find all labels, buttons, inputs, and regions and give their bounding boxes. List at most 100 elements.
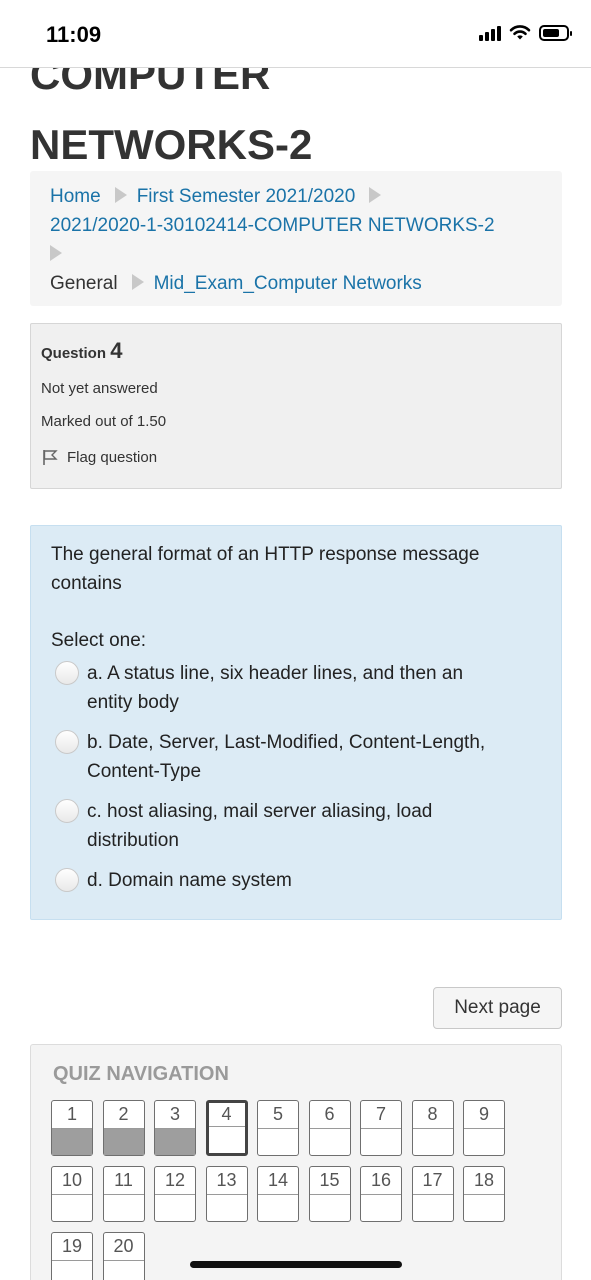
quiz-nav-question-button[interactable]: 14 xyxy=(257,1166,299,1222)
quiz-nav-state-indicator xyxy=(155,1194,195,1221)
quiz-nav-question-button[interactable]: 16 xyxy=(360,1166,402,1222)
quiz-nav-question-button[interactable]: 2 xyxy=(102,1100,145,1156)
question-content: The general format of an HTTP response m… xyxy=(30,525,562,920)
quiz-nav-question-number: 9 xyxy=(478,1104,489,1124)
next-page-button[interactable]: Next page xyxy=(433,987,562,1029)
breadcrumb-separator-icon xyxy=(114,187,127,203)
quiz-nav-question-button[interactable]: 13 xyxy=(205,1166,248,1222)
quiz-nav-state-indicator xyxy=(103,1194,144,1221)
quiz-nav-question-number: 11 xyxy=(114,1170,133,1190)
quiz-nav-question-number: 8 xyxy=(427,1104,438,1124)
breadcrumb-section: General xyxy=(50,273,118,294)
answer-option-b[interactable]: b. Date, Server, Last-Modified, Content-… xyxy=(51,728,541,786)
question-label: Question xyxy=(41,345,107,362)
breadcrumb-separator-icon xyxy=(369,187,382,203)
breadcrumb-separator-icon xyxy=(131,274,144,290)
status-icons xyxy=(479,24,572,41)
flag-question-toggle[interactable]: Flag question xyxy=(41,448,551,466)
quiz-nav-question-button[interactable]: 17 xyxy=(411,1166,454,1222)
quiz-nav-question-number: 13 xyxy=(216,1170,237,1190)
answer-option-label: b. Date, Server, Last-Modified, Content-… xyxy=(87,732,486,782)
quiz-nav-question-number: 12 xyxy=(164,1170,186,1190)
quiz-nav-question-number: 6 xyxy=(324,1104,335,1124)
quiz-nav-question-number: 5 xyxy=(272,1104,283,1124)
question-info-panel: Question 4 Not yet answered Marked out o… xyxy=(30,323,562,489)
quiz-nav-state-indicator xyxy=(412,1128,453,1155)
quiz-nav-question-button[interactable]: 7 xyxy=(360,1100,402,1156)
quiz-nav-question-button[interactable]: 18 xyxy=(463,1166,505,1222)
question-number-value: 4 xyxy=(110,338,123,363)
quiz-nav-question-number: 4 xyxy=(221,1104,232,1124)
quiz-nav-question-button[interactable]: 4 xyxy=(205,1100,248,1156)
quiz-nav-question-button[interactable]: 3 xyxy=(154,1100,196,1156)
quiz-nav-state-indicator xyxy=(52,1128,92,1155)
question-status: Not yet answered xyxy=(41,380,158,397)
quiz-navigation-title: QUIZ NAVIGATION xyxy=(53,1063,229,1085)
quiz-nav-state-indicator xyxy=(206,1194,247,1221)
quiz-nav-question-number: 2 xyxy=(118,1104,129,1124)
quiz-nav-question-number: 10 xyxy=(61,1170,83,1190)
quiz-nav-question-number: 18 xyxy=(473,1170,495,1190)
quiz-nav-question-button[interactable]: 6 xyxy=(308,1100,351,1156)
home-indicator[interactable] xyxy=(190,1261,402,1268)
quiz-nav-question-button[interactable]: 20 xyxy=(102,1232,145,1280)
breadcrumb-separator-icon xyxy=(50,245,62,261)
quiz-nav-question-number: 19 xyxy=(61,1236,83,1256)
flag-question-label: Flag question xyxy=(67,448,158,466)
quiz-nav-state-indicator xyxy=(309,1194,350,1221)
quiz-nav-question-button[interactable]: 8 xyxy=(411,1100,454,1156)
breadcrumb-course-link[interactable]: 2021/2020-1-30102414-COMPUTER NETWORKS-2 xyxy=(50,215,495,236)
quiz-nav-question-number: 16 xyxy=(370,1170,392,1190)
quiz-nav-question-button[interactable]: 10 xyxy=(51,1166,93,1222)
wifi-icon xyxy=(509,25,531,40)
cellular-signal-icon xyxy=(479,25,501,41)
select-one-prompt: Select one: xyxy=(51,630,147,651)
quiz-nav-question-number: 15 xyxy=(319,1170,340,1190)
flag-icon xyxy=(43,450,58,465)
question-number: Question 4 xyxy=(41,338,551,364)
quiz-nav-state-indicator xyxy=(464,1194,504,1221)
radio-button[interactable] xyxy=(55,661,79,685)
quiz-nav-state-indicator xyxy=(52,1260,92,1280)
quiz-nav-question-button[interactable]: 5 xyxy=(257,1100,299,1156)
quiz-nav-question-number: 7 xyxy=(375,1104,386,1124)
radio-button[interactable] xyxy=(55,730,79,754)
answer-option-d[interactable]: d. Domain name system xyxy=(51,866,541,895)
answer-option-label: d. Domain name system xyxy=(87,870,292,891)
answer-option-label: a. A status line, six header lines, and … xyxy=(87,663,464,713)
quiz-nav-state-indicator xyxy=(412,1194,453,1221)
breadcrumb-home-link[interactable]: Home xyxy=(50,186,101,207)
quiz-nav-state-indicator xyxy=(208,1126,245,1153)
quiz-nav-state-indicator xyxy=(258,1128,298,1155)
quiz-nav-question-button[interactable]: 9 xyxy=(463,1100,505,1156)
answer-option-label: c. host aliasing, mail server aliasing, … xyxy=(87,801,433,851)
quiz-navigation-panel: QUIZ NAVIGATION 1 2 3 4 5 6 7 8 9 10 11 12 13 14 15 16 1… xyxy=(30,1044,562,1280)
quiz-nav-question-number: 20 xyxy=(113,1236,134,1256)
status-bar: 11:09 xyxy=(0,0,591,68)
quiz-nav-state-indicator xyxy=(309,1128,350,1155)
radio-button[interactable] xyxy=(55,868,79,892)
quiz-nav-state-indicator xyxy=(258,1194,298,1221)
quiz-nav-state-indicator xyxy=(103,1260,144,1280)
status-time: 11:09 xyxy=(46,22,102,47)
answer-option-c[interactable]: c. host aliasing, mail server aliasing, … xyxy=(51,797,541,855)
radio-button[interactable] xyxy=(55,799,79,823)
question-marks: Marked out of 1.50 xyxy=(41,413,167,430)
quiz-nav-question-number: 1 xyxy=(66,1104,77,1124)
quiz-nav-state-indicator xyxy=(52,1194,92,1221)
quiz-nav-question-button[interactable]: 15 xyxy=(308,1166,351,1222)
answer-option-a[interactable]: a. A status line, six header lines, and … xyxy=(51,659,541,717)
question-text: The general format of an HTTP response m… xyxy=(51,544,480,594)
battery-icon xyxy=(539,24,572,41)
breadcrumb-semester-link[interactable]: First Semester 2021/2020 xyxy=(137,186,356,207)
quiz-nav-question-button[interactable]: 1 xyxy=(51,1100,93,1156)
quiz-nav-state-indicator xyxy=(361,1128,401,1155)
breadcrumb-quiz-link[interactable]: Mid_Exam_Computer Networks xyxy=(154,273,422,294)
quiz-nav-state-indicator xyxy=(155,1128,195,1155)
quiz-nav-question-button[interactable]: 12 xyxy=(154,1166,196,1222)
page-title-line2: NETWORKS-2 xyxy=(30,121,313,168)
quiz-nav-state-indicator xyxy=(361,1194,401,1221)
quiz-nav-question-number: 14 xyxy=(267,1170,289,1190)
quiz-nav-question-button[interactable]: 11 xyxy=(102,1166,145,1222)
quiz-nav-question-button[interactable]: 19 xyxy=(51,1232,93,1280)
